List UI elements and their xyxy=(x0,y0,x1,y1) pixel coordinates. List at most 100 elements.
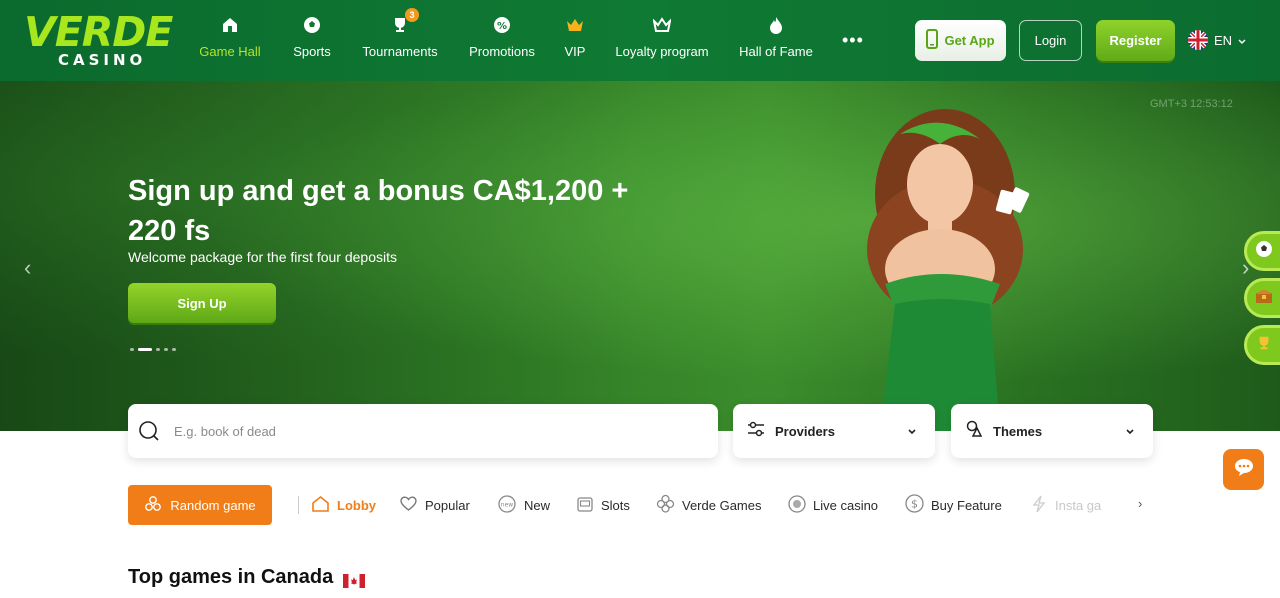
treasure-chest-icon xyxy=(1255,288,1273,309)
category-label: Buy Feature xyxy=(931,497,1002,513)
game-search-box xyxy=(128,404,718,458)
lightning-icon xyxy=(1030,495,1048,516)
more-menu-button[interactable]: ••• xyxy=(842,30,864,51)
crown-outline-icon xyxy=(651,14,673,36)
get-app-button[interactable]: Get App xyxy=(915,20,1006,61)
slider-dots xyxy=(130,348,176,351)
hero-character-illustration xyxy=(867,109,1030,431)
section-title: Top games in Canada xyxy=(128,566,334,588)
dice-icon xyxy=(144,495,162,516)
category-live-casino[interactable]: Live casino xyxy=(788,494,878,516)
nav-item-vip[interactable]: VIP xyxy=(560,14,590,66)
site-header: VERDE CASINO Game Hall Sports 3 Tourname… xyxy=(0,0,1280,81)
register-button[interactable]: Register xyxy=(1096,20,1175,61)
slider-dot[interactable] xyxy=(164,348,168,351)
sliders-icon xyxy=(747,421,765,442)
chat-bubble-icon xyxy=(1233,457,1255,482)
category-label: Live casino xyxy=(813,497,879,513)
home-icon xyxy=(219,14,241,36)
language-selector[interactable]: EN xyxy=(1188,30,1246,50)
slot-machine-icon xyxy=(576,495,594,516)
login-button[interactable]: Login xyxy=(1019,20,1082,61)
soccer-ball-icon xyxy=(301,14,323,36)
random-game-label: Random game xyxy=(170,497,256,513)
slider-dot[interactable] xyxy=(156,348,160,351)
hero-title: Sign up and get a bonus CA$1,200 + 220 f… xyxy=(128,175,629,247)
trophy-float-button[interactable] xyxy=(1244,325,1280,365)
slider-dot[interactable] xyxy=(172,348,176,351)
canada-flag-icon xyxy=(343,570,366,588)
nav-label: Hall of Fame xyxy=(739,44,813,59)
nav-item-sports[interactable]: Sports xyxy=(288,14,336,66)
nav-item-loyalty-program[interactable]: Loyalty program xyxy=(611,14,713,66)
category-insta-games[interactable]: Insta ga xyxy=(1030,494,1104,516)
sports-float-button[interactable] xyxy=(1244,231,1280,271)
language-label: EN xyxy=(1214,32,1233,48)
nav-item-game-hall[interactable]: Game Hall xyxy=(192,14,268,66)
clover-icon xyxy=(656,494,675,516)
providers-label: Providers xyxy=(775,423,835,439)
category-label: New xyxy=(524,497,551,513)
themes-dropdown[interactable]: Themes xyxy=(951,404,1153,458)
sign-up-button[interactable]: Sign Up xyxy=(128,283,276,323)
chevron-down-icon xyxy=(1238,33,1246,48)
hero-banner: GMT+3 12:53:12 Sign up and get a bonus C… xyxy=(0,81,1280,431)
nav-label: Sports xyxy=(293,44,331,59)
new-tag-icon: new xyxy=(497,494,517,516)
svg-text:%: % xyxy=(497,21,507,32)
category-lobby[interactable]: Lobby xyxy=(311,494,376,516)
chevron-down-icon xyxy=(1125,423,1135,441)
nav-item-promotions[interactable]: % Promotions xyxy=(466,14,538,66)
nav-label: Loyalty program xyxy=(615,44,709,59)
casino-logo[interactable]: VERDE CASINO xyxy=(24,10,180,70)
category-label: Lobby xyxy=(337,497,376,513)
heart-icon xyxy=(399,495,418,515)
themes-label: Themes xyxy=(993,423,1043,439)
category-popular[interactable]: Popular xyxy=(399,494,470,516)
crown-icon xyxy=(564,14,586,36)
trophy-icon xyxy=(1256,335,1272,356)
soccer-ball-icon xyxy=(1255,240,1273,263)
category-label: Insta ga xyxy=(1055,497,1102,513)
nav-label: Tournaments xyxy=(362,44,438,59)
slider-prev-icon[interactable]: ‹ xyxy=(24,255,31,281)
home-outline-icon xyxy=(311,495,330,516)
logo-wordmark: VERDE xyxy=(24,8,173,56)
nav-label: Game Hall xyxy=(199,44,261,59)
nav-label: VIP xyxy=(564,44,586,59)
category-slots[interactable]: Slots xyxy=(576,494,630,516)
search-input[interactable] xyxy=(174,420,694,442)
hero-clock: GMT+3 12:53:12 xyxy=(1150,98,1233,110)
tournaments-badge: 3 xyxy=(405,8,419,22)
slider-dot-active[interactable] xyxy=(138,348,152,351)
phone-icon xyxy=(926,29,939,52)
category-verde-games[interactable]: Verde Games xyxy=(656,494,762,516)
category-label: Popular xyxy=(425,497,470,513)
random-game-button[interactable]: Random game xyxy=(128,485,272,525)
category-divider xyxy=(298,496,299,514)
shapes-icon xyxy=(965,420,983,443)
uk-flag-icon xyxy=(1188,30,1208,50)
live-dot-icon xyxy=(788,494,806,516)
live-chat-button[interactable] xyxy=(1223,449,1264,490)
chevron-down-icon xyxy=(907,423,917,441)
search-icon xyxy=(138,420,160,447)
dollar-coin-icon: $ xyxy=(905,494,924,516)
treasure-float-button[interactable] xyxy=(1244,278,1280,318)
percent-badge-icon: % xyxy=(491,14,513,36)
nav-item-hall-of-fame[interactable]: Hall of Fame xyxy=(736,14,816,66)
nav-item-tournaments[interactable]: 3 Tournaments xyxy=(358,8,442,66)
slider-dot[interactable] xyxy=(130,348,134,351)
flame-icon xyxy=(765,14,787,36)
providers-dropdown[interactable]: Providers xyxy=(733,404,935,458)
section-heading: Top games in Canada xyxy=(128,566,366,589)
category-label: Slots xyxy=(601,497,630,513)
hero-subtitle: Welcome package for the first four depos… xyxy=(128,249,397,265)
chevron-right-icon[interactable]: › xyxy=(1138,496,1142,511)
svg-text:new: new xyxy=(501,501,513,508)
logo-subtitle: CASINO xyxy=(58,51,147,69)
get-app-label: Get App xyxy=(944,33,995,48)
svg-text:$: $ xyxy=(911,498,918,511)
category-buy-feature[interactable]: $ Buy Feature xyxy=(905,494,1002,516)
category-new[interactable]: new New xyxy=(497,494,550,516)
